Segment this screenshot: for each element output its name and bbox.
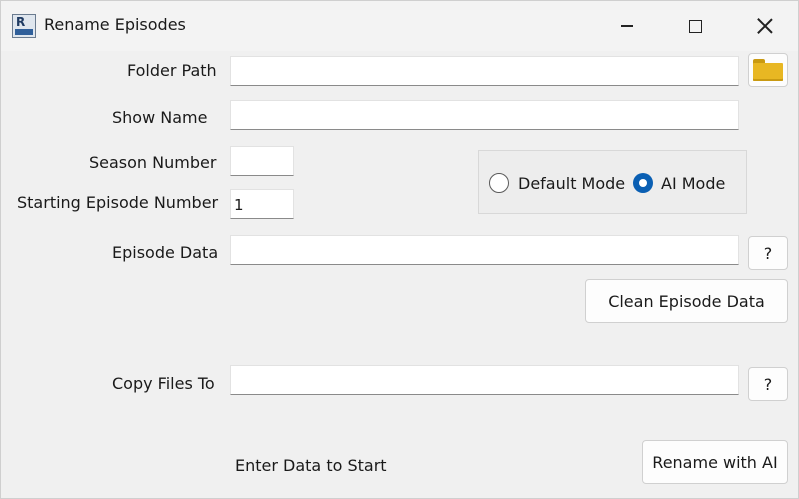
close-button[interactable] — [742, 1, 788, 51]
rename-with-ai-button[interactable]: Rename with AI — [642, 440, 788, 484]
copy-files-help-button[interactable]: ? — [748, 367, 788, 401]
default-mode-radio[interactable] — [489, 173, 509, 193]
episode-data-input[interactable] — [230, 235, 739, 265]
app-icon: R — [12, 14, 36, 38]
maximize-button[interactable] — [672, 1, 718, 51]
season-number-input[interactable] — [230, 146, 294, 176]
show-name-input[interactable] — [230, 100, 739, 130]
minimize-button[interactable] — [604, 1, 650, 51]
ai-mode-label[interactable]: AI Mode — [661, 174, 725, 193]
app-icon-letter: R — [16, 15, 26, 29]
ai-mode-radio[interactable] — [633, 173, 653, 193]
show-name-label: Show Name — [112, 108, 208, 127]
copy-files-to-input[interactable] — [230, 365, 739, 395]
maximize-icon — [688, 19, 702, 33]
status-text: Enter Data to Start — [235, 456, 387, 475]
title-bar[interactable]: R Rename Episodes — [1, 1, 798, 51]
window-title: Rename Episodes — [44, 15, 186, 34]
folder-path-input[interactable] — [230, 56, 739, 86]
close-icon — [757, 18, 773, 34]
folder-icon — [753, 59, 783, 81]
episode-data-label: Episode Data — [112, 243, 219, 262]
starting-episode-number-label: Starting Episode Number — [17, 193, 219, 212]
season-number-label: Season Number — [89, 153, 217, 172]
browse-folder-button[interactable] — [748, 53, 788, 87]
default-mode-label[interactable]: Default Mode — [518, 174, 625, 193]
copy-files-to-label: Copy Files To — [112, 374, 215, 393]
folder-path-label: Folder Path — [127, 61, 217, 80]
episode-data-help-button[interactable]: ? — [748, 236, 788, 270]
starting-episode-number-input[interactable]: 1 — [230, 189, 294, 219]
app-window: R Rename Episodes Folder Path Show Name … — [0, 0, 799, 499]
mode-group: Default Mode AI Mode — [478, 150, 747, 214]
clean-episode-data-button[interactable]: Clean Episode Data — [585, 279, 788, 323]
minimize-icon — [621, 25, 633, 27]
